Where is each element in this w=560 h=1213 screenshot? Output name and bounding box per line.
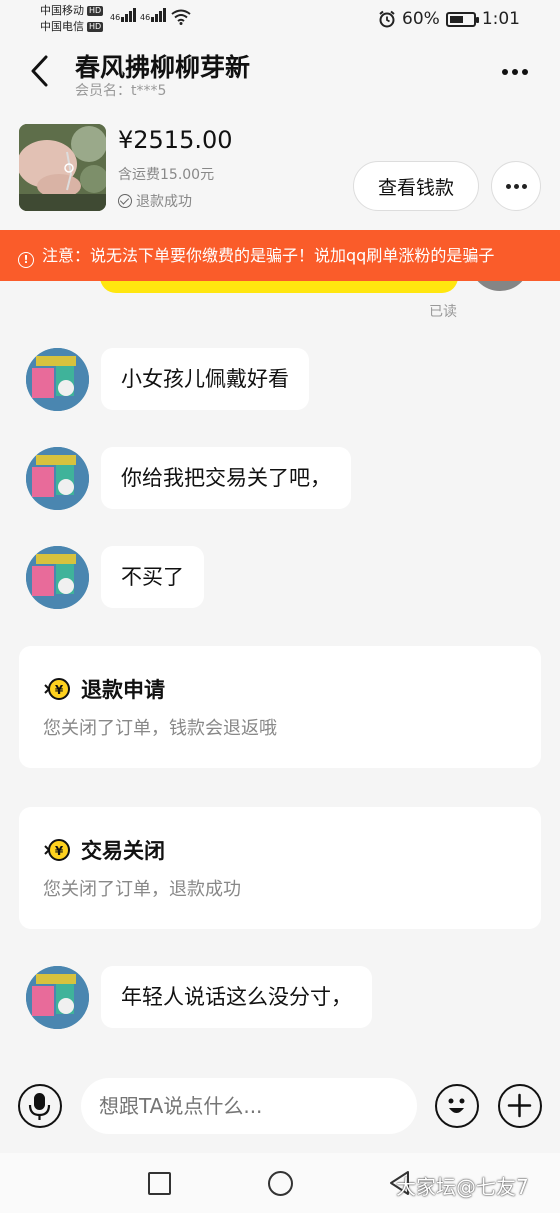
sent-message-bubble [100,281,458,293]
warning-text: 注意：说无法下单要你缴费的是骗子！说加qq刷单涨粉的是骗子 [42,246,495,265]
voice-input-button[interactable] [18,1084,62,1128]
card-title-text: 退款申请 [81,678,165,702]
microphone-icon [28,1093,51,1120]
card-description: 您关闭了订单，退款成功 [43,879,241,900]
warning-icon: ! [18,252,34,268]
avatar [470,281,530,291]
received-message-bubble: 你给我把交易关了吧， [101,447,351,509]
input-bar [0,1065,560,1153]
shipping-fee: 含运费15.00元 [118,167,215,183]
member-name: 会员名：t***5 [75,83,167,99]
status-bar: 中国移动 HD 中国电信 HD 46 46 60% 1:01 [0,0,560,38]
avatar[interactable] [26,447,89,510]
battery-icon [445,11,479,27]
message-input[interactable] [81,1078,417,1134]
carrier-info: 中国移动 HD 中国电信 HD [40,3,104,35]
carrier-2: 中国电信 [40,20,84,33]
signal-icon: 46 [140,8,167,28]
avatar[interactable] [26,546,89,609]
product-thumbnail[interactable] [19,124,106,211]
clock: 1:01 [481,9,520,29]
transaction-closed-card[interactable]: ¥ 交易关闭 您关闭了订单，退款成功 [19,807,541,929]
status-right: 60% 1:01 [378,9,520,29]
chat-messages: 已读 小女孩儿佩戴好看 你给我把交易关了吧， 不买了 ¥ 退款申请 您关闭了订单 [0,281,560,1065]
emoji-icon [448,1098,465,1113]
wifi-icon [171,9,191,25]
carrier-1: 中国移动 [40,4,84,17]
home-button[interactable] [268,1171,293,1196]
refund-coin-icon: ¥ [44,839,70,861]
refund-status-label: 退款成功 [136,194,192,210]
refund-coin-icon: ¥ [44,678,70,700]
battery-percent: 60% [402,9,440,29]
svg-text:¥: ¥ [55,683,64,697]
refund-status: 退款成功 [118,191,192,211]
card-title: ¥ 交易关闭 [43,835,165,865]
hd-badge: HD [87,6,104,16]
scam-warning-banner: ! 注意：说无法下单要你缴费的是骗子！说加qq刷单涨粉的是骗子 [0,230,560,281]
card-title: ¥ 退款申请 [43,674,165,704]
recent-apps-button[interactable] [148,1172,171,1195]
signal-icon: 46 [110,8,137,28]
add-attachment-button[interactable] [498,1084,542,1128]
product-summary: ¥2515.00 含运费15.00元 退款成功 查看钱款 [0,108,560,230]
network-type: 46 [140,13,151,22]
refund-request-card[interactable]: ¥ 退款申请 您关闭了订单，钱款会退返哦 [19,646,541,768]
watermark: 大家坛@七友7 [396,1175,529,1199]
emoji-button[interactable] [435,1084,479,1128]
back-arrow-icon[interactable] [28,54,52,88]
received-message-bubble: 年轻人说话这么没分寸， [101,966,372,1028]
chat-header: 春风拂柳柳芽新 会员名：t***5 [0,38,560,108]
product-more-button[interactable] [491,161,541,211]
avatar[interactable] [26,348,89,411]
svg-text:¥: ¥ [55,844,64,858]
read-receipt: 已读 [429,304,457,320]
card-description: 您关闭了订单，钱款会退返哦 [43,718,277,739]
page-title: 春风拂柳柳芽新 [75,53,251,82]
product-image [19,124,106,211]
check-circle-icon [118,194,132,208]
received-message-bubble: 小女孩儿佩戴好看 [101,348,309,410]
card-title-text: 交易关闭 [81,839,165,863]
plus-icon [507,1093,532,1118]
network-type: 46 [110,13,121,22]
hd-badge: HD [87,22,104,32]
received-message-bubble: 不买了 [101,546,204,608]
avatar[interactable] [26,966,89,1029]
more-options-icon[interactable] [502,60,538,80]
alarm-icon [379,10,395,28]
system-nav-bar: 大家坛@七友7 [0,1153,560,1213]
view-payment-button[interactable]: 查看钱款 [353,161,479,211]
product-price: ¥2515.00 [118,126,233,154]
